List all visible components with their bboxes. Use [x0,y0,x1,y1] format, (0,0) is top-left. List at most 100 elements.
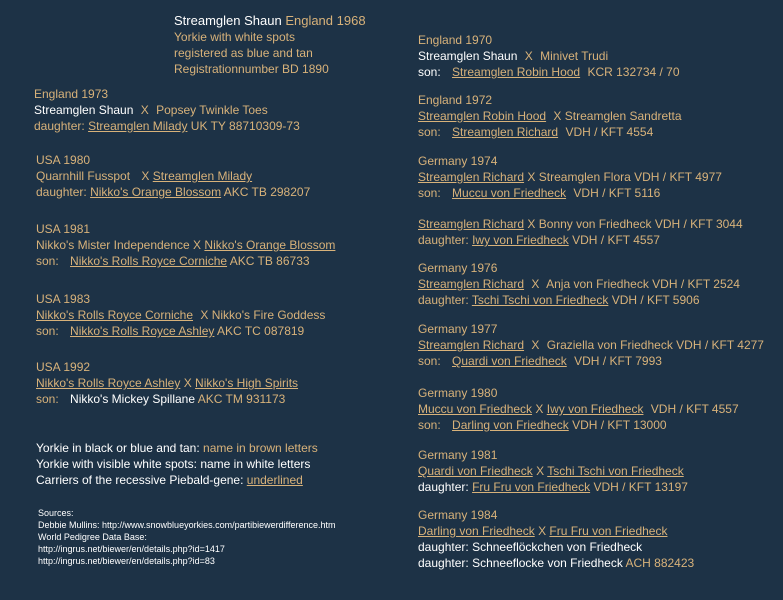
country-year: England 1968 [285,13,366,28]
sire-name: Darling von Friedheck [418,524,535,538]
offspring-name: Nikko's Rolls Royce Corniche [70,254,228,268]
dam-name: Minivet Trudi [540,49,609,63]
sire-name: Quardi von Friedheck [418,464,533,478]
registration-number: AKC TC 087819 [217,324,305,338]
offspring-name: Nikko's Mickey Spillane [70,392,196,406]
offspring-name: Nikko's Rolls Royce Ashley [70,324,215,338]
registration-number: VDH / KFT 4557 [572,233,660,247]
entry-header: Germany 1981 [418,448,498,462]
description-line: Yorkie with white spots [174,30,295,44]
sources: Sources: Debbie Mullins: http://www.snow… [38,507,335,567]
sire-name: Streamglen Shaun [34,103,134,117]
dam-name: Nikko's Fire Goddess [211,308,326,322]
sire-name: Streamglen Shaun [418,49,518,63]
entry-header: USA 1983 [36,292,91,306]
dam-name: Tschi Tschi von Friedheck [547,464,684,478]
legend-label: Yorkie with visible white spots: [36,457,197,471]
offspring-name: Quardi von Friedheck [452,354,567,368]
offspring-label: son: [418,186,441,200]
entry-header: England 1972 [418,93,493,107]
registration-line: Registrationnumber BD 1890 [174,62,329,76]
offspring-label: son: [418,418,441,432]
cross-symbol: X [553,109,562,123]
cross-symbol: X [527,217,536,231]
dam-name: Nikko's High Spirits [195,376,299,390]
litter-entry: Germany 1976 Streamglen Richard X Anja v… [418,260,740,308]
registration-number: UK TY 88710309-73 [190,119,300,133]
cross-symbol: X [183,376,192,390]
source-label: World Pedigree Data Base: [38,532,147,542]
offspring-name: Schneeflöckchen von Friedheck [472,540,643,554]
offspring-name: Streamglen Milady [88,119,188,133]
registration-number: KCR 132734 / 70 [587,65,680,79]
entry-header: Germany 1980 [418,386,498,400]
offspring-name: Darling von Friedheck [452,418,569,432]
sire-name: Nikko's Mister Independence [36,238,190,252]
source-link[interactable]: http://ingrus.net/biewer/en/details.php?… [38,543,335,555]
litter-entry: USA 1981 Nikko's Mister Independence X N… [36,221,335,269]
color-legend: Yorkie in black or blue and tan: name in… [36,440,318,488]
dam-name: Streamglen Milady [152,169,253,183]
registration-number: VDH / KFT 13000 [572,418,667,432]
dam-name: Fru Fru von Friedheck [549,524,668,538]
source-link[interactable]: Debbie Mullins: http://www.snowblueyorki… [38,519,335,531]
entry-header: Germany 1984 [418,508,498,522]
cross-symbol: X [140,103,149,117]
registration-number: VDH / KFT 7993 [574,354,662,368]
legend-label: Yorkie in black or blue and tan: [36,441,200,455]
sire-name: Muccu von Friedheck [418,402,533,416]
registration-number: ACH 882423 [625,556,695,570]
registration-number: VDH / KFT 4554 [565,125,654,139]
litter-entry: Germany 1980 Muccu von Friedheck X Iwy v… [418,385,739,433]
registration-number: VDH / KFT 5116 [573,186,661,200]
description-line: registered as blue and tan [174,46,313,60]
cross-symbol: X [535,402,544,416]
entry-header: England 1973 [34,87,109,101]
sire-name: Streamglen Richard [418,277,525,291]
registration-number: AKC TM 931173 [197,392,286,406]
cross-symbol: X [527,170,536,184]
dam-name: Bonny von Friedheck VDH / KFT 3044 [538,217,743,231]
dam-name: Popsey Twinkle Toes [156,103,268,117]
sire-name: Nikko's Rolls Royce Corniche [36,308,194,322]
offspring-name: Streamglen Richard [452,125,559,139]
cross-symbol: X [524,49,533,63]
sire-name: Streamglen Richard [418,217,525,231]
legend-sample-brown: name in brown letters [203,441,318,455]
offspring-name: Muccu von Friedheck [452,186,567,200]
litter-entry: Germany 1984 Darling von Friedheck X Fru… [418,507,694,571]
offspring-label: son: [36,324,59,338]
sire-name: Streamglen Richard [418,338,525,352]
offspring-label: daughter: [418,233,469,247]
sire-name: Nikko's Rolls Royce Ashley [36,376,181,390]
entry-header: USA 1980 [36,153,91,167]
entry-header: Germany 1977 [418,322,498,336]
litter-entry: Streamglen Richard X Bonny von Friedheck… [418,216,743,248]
offspring-label: daughter: [418,480,469,494]
dam-name: Streamglen Sandretta [564,109,682,123]
registration-number: AKC TB 298207 [223,185,311,199]
dam-name: Anja von Friedheck VDH / KFT 2524 [546,277,740,291]
offspring-label: son: [418,125,441,139]
offspring-label: daughter: [418,540,469,554]
offspring-label: son: [36,392,59,406]
legend-sample-white: name in white letters [200,457,311,471]
offspring-label: daughter: [34,119,85,133]
cross-symbol: X [531,338,540,352]
dam-name: Nikko's Orange Blossom [204,238,336,252]
offspring-label: daughter: [418,556,469,570]
origin-entry: Streamglen Shaun England 1968 Yorkie wit… [174,12,366,77]
sire-name: Streamglen Robin Hood [418,109,547,123]
offspring-label: son: [36,254,59,268]
offspring-label: son: [418,354,441,368]
source-link[interactable]: http://ingrus.net/biewer/en/details.php?… [38,555,335,567]
offspring-label: daughter: [418,293,469,307]
entry-header: Germany 1974 [418,154,498,168]
offspring-name: Fru Fru von Friedheck [472,480,591,494]
offspring-name: Tschi Tschi von Friedheck [471,293,609,307]
registration-number: VDH / KFT 4557 [650,402,739,416]
litter-entry: England 1970 Streamglen Shaun X Minivet … [418,32,680,80]
dog-name: Streamglen Shaun [174,13,282,28]
dam-name: Iwy von Friedheck [546,402,644,416]
cross-symbol: X [193,238,202,252]
